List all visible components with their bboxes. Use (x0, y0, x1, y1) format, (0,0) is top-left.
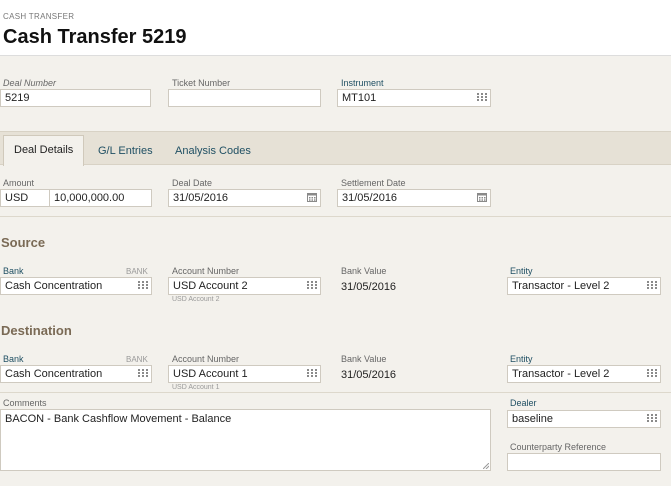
source-bank-value-label: Bank Value (341, 266, 387, 276)
instrument-label: Instrument (341, 78, 384, 88)
destination-entity-field[interactable]: Transactor - Level 2 (507, 365, 661, 383)
ticket-number-field[interactable] (168, 89, 321, 107)
divider (0, 392, 671, 393)
source-bank-value: 31/05/2016 (341, 281, 397, 293)
source-account-label: Account Number (172, 266, 240, 276)
tab-gl-entries[interactable]: G/L Entries (88, 138, 163, 164)
source-bank-label: Bank (3, 266, 24, 276)
destination-bank-value-label: Bank Value (341, 354, 387, 364)
resize-grip-icon[interactable] (483, 463, 489, 469)
amount-field[interactable]: 10,000,000.00 (49, 189, 152, 207)
deal-date-field[interactable]: 31/05/2016 (168, 189, 321, 207)
ticket-number-label: Ticket Number (172, 78, 231, 88)
dealer-picker[interactable]: baseline (507, 410, 661, 428)
tab-analysis-codes[interactable]: Analysis Codes (165, 138, 261, 164)
source-entity-label: Entity (510, 266, 533, 276)
page-kicker: CASH TRANSFER (3, 12, 75, 21)
grid-icon[interactable] (647, 414, 657, 423)
deal-date-picker[interactable]: 31/05/2016 (168, 189, 321, 207)
comments-label: Comments (3, 398, 47, 408)
currency-field[interactable]: USD (0, 189, 50, 207)
calendar-icon[interactable] (307, 192, 317, 202)
destination-bank-field[interactable]: Cash Concentration (0, 365, 152, 383)
comments-box[interactable]: BACON - Bank Cashflow Movement - Balance (0, 409, 491, 471)
destination-account-sub: USD Account 1 (172, 384, 220, 391)
tab-deal-details[interactable]: Deal Details (3, 135, 85, 166)
calendar-icon[interactable] (477, 192, 487, 202)
destination-account-label: Account Number (172, 354, 240, 364)
counterparty-reference-label: Counterparty Reference (510, 442, 607, 452)
source-bank-tag: BANK (126, 267, 148, 276)
grid-icon[interactable] (307, 281, 317, 290)
source-bank-picker[interactable]: Cash Concentration (0, 277, 152, 295)
instrument-field[interactable]: MT101 (337, 89, 491, 107)
grid-icon[interactable] (307, 369, 317, 378)
source-bank-field[interactable]: Cash Concentration (0, 277, 152, 295)
divider (0, 216, 671, 217)
destination-entity-picker[interactable]: Transactor - Level 2 (507, 365, 661, 383)
destination-account-picker[interactable]: USD Account 1 (168, 365, 321, 383)
source-account-field[interactable]: USD Account 2 (168, 277, 321, 295)
deal-number-label: Deal Number (3, 78, 57, 88)
settlement-date-picker[interactable]: 31/05/2016 (337, 189, 491, 207)
destination-account-field[interactable]: USD Account 1 (168, 365, 321, 383)
instrument-picker[interactable]: MT101 (337, 89, 491, 107)
dealer-field[interactable]: baseline (507, 410, 661, 428)
amount-label: Amount (3, 178, 35, 188)
grid-icon[interactable] (138, 369, 148, 378)
comments-textarea[interactable]: BACON - Bank Cashflow Movement - Balance (0, 409, 491, 471)
destination-heading: Destination (1, 323, 72, 338)
destination-bank-picker[interactable]: Cash Concentration (0, 365, 152, 383)
tab-bar: Deal Details G/L Entries Analysis Codes (0, 131, 671, 166)
settlement-date-field[interactable]: 31/05/2016 (337, 189, 491, 207)
grid-icon[interactable] (647, 281, 657, 290)
grid-icon[interactable] (647, 369, 657, 378)
destination-bank-tag: BANK (126, 355, 148, 364)
grid-icon[interactable] (477, 93, 487, 102)
source-heading: Source (1, 235, 46, 250)
source-account-sub: USD Account 2 (172, 296, 220, 303)
source-entity-picker[interactable]: Transactor - Level 2 (507, 277, 661, 295)
deal-date-label: Deal Date (172, 178, 213, 188)
counterparty-reference-field[interactable] (507, 453, 661, 471)
deal-number-field[interactable]: 5219 (0, 89, 151, 107)
destination-entity-label: Entity (510, 354, 533, 364)
grid-icon[interactable] (138, 281, 148, 290)
page-title: Cash Transfer 5219 (3, 26, 187, 48)
source-entity-field[interactable]: Transactor - Level 2 (507, 277, 661, 295)
destination-bank-label: Bank (3, 354, 24, 364)
destination-bank-value: 31/05/2016 (341, 369, 397, 381)
source-account-picker[interactable]: USD Account 2 (168, 277, 321, 295)
dealer-label: Dealer (510, 398, 537, 408)
settlement-date-label: Settlement Date (341, 178, 406, 188)
